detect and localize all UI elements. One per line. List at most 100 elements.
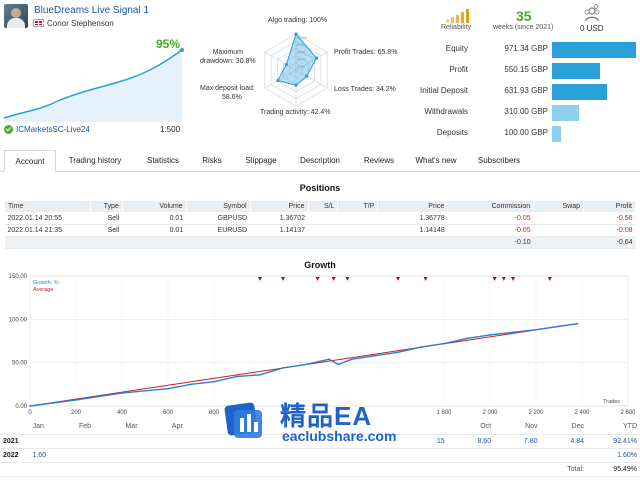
cell-tp	[337, 212, 378, 225]
growth-point	[374, 354, 376, 357]
tab-whats-new[interactable]: What's new	[408, 150, 464, 172]
tab-reviews[interactable]: Reviews	[358, 150, 400, 172]
total-swap	[533, 236, 584, 249]
tab-description[interactable]: Description	[292, 150, 348, 172]
growth-point	[328, 358, 330, 361]
radar-drawdown-value: drawdown: 30.8%	[200, 58, 256, 65]
x-tick-label: 1 800	[436, 410, 452, 416]
positions-header-row: Time Type Volume Symbol Price S/L T/P Pr…	[4, 200, 636, 213]
x-tick-label: 2 600	[620, 410, 636, 416]
growth-point	[535, 328, 537, 331]
cell-time: 2022.01.14 20:55	[4, 212, 91, 225]
table-row: 2022.01.14 20:55 Sell 0.01 GBPUSD 1.3670…	[4, 212, 636, 225]
cell-symbol: GBPUSD	[186, 212, 251, 225]
col-commission[interactable]: Commission	[447, 200, 535, 213]
col-tp[interactable]: T/P	[337, 200, 379, 213]
stat-bar	[552, 42, 636, 58]
tab-risks[interactable]: Risks	[196, 150, 228, 172]
tab-slippage[interactable]: Slippage	[238, 150, 284, 172]
stat-label: Profit	[449, 65, 468, 74]
month-cell	[122, 434, 169, 449]
cell-tp	[337, 224, 378, 237]
stat-label: Initial Deposit	[419, 86, 468, 95]
cell-type: Sell	[90, 212, 123, 225]
trades-axis-label: Trades	[603, 399, 620, 405]
growth-point	[443, 342, 445, 345]
stat-bar	[552, 126, 561, 142]
radar-label-deposit-load: Max deposit load: 58.6%	[200, 84, 255, 102]
month-dec: Dec	[540, 420, 587, 435]
growth-point	[397, 351, 399, 354]
year-label: 2021	[0, 434, 30, 449]
radar-label-drawdown: Maximum drawdown: 30.8%	[200, 48, 256, 66]
cell-commission: -0.05	[447, 224, 534, 237]
plot-area	[29, 275, 629, 407]
growth-point	[167, 387, 169, 390]
radar-drawdown-text: Maximum	[212, 49, 243, 56]
growth-point	[420, 346, 422, 348]
corner-cell	[0, 420, 30, 435]
watermark-logo-icon	[224, 402, 262, 438]
month-cell-nov: 7.80	[494, 434, 541, 449]
month-feb: Feb	[76, 420, 123, 435]
total-row: Total: 95.49%	[0, 462, 640, 477]
col-sl[interactable]: S/L	[307, 200, 339, 213]
growth-point	[305, 363, 307, 366]
col-price-current[interactable]: Price	[377, 200, 449, 213]
stat-value: 631.93 GBP	[504, 86, 548, 95]
signal-title[interactable]: BlueDreams Live Signal 1	[34, 5, 149, 16]
watermark-url: eaclubshare.com	[282, 428, 397, 444]
subscribers-count: 0	[594, 4, 598, 11]
tab-trading-history[interactable]: Trading history	[62, 150, 128, 172]
growth-point	[282, 366, 284, 369]
cell-time: 2022.01.14 21:35	[4, 224, 91, 237]
month-jan: Jan	[29, 420, 77, 435]
month-apr: Apr	[168, 420, 216, 435]
month-cell	[494, 448, 541, 463]
col-price-open[interactable]: Price	[249, 200, 309, 213]
col-symbol[interactable]: Symbol	[185, 200, 251, 213]
y-tick-label: 0.00	[15, 404, 27, 410]
x-tick-label: 800	[209, 410, 220, 416]
col-type[interactable]: Type	[89, 200, 123, 213]
month-cell-oct: 8.60	[447, 434, 495, 449]
cell-price-current: 1.14148	[377, 224, 448, 237]
growth-point	[75, 399, 77, 401]
col-profit[interactable]: Profit	[583, 200, 636, 213]
cell-commission: -0.05	[447, 212, 534, 225]
legend-average: Average	[33, 287, 53, 293]
broker-server[interactable]: ICMarketsSC-Live24	[16, 125, 90, 134]
month-cell	[215, 448, 262, 463]
month-cell	[29, 434, 77, 449]
cell-volume: 0.01	[122, 224, 187, 237]
x-tick-label: 400	[117, 410, 128, 416]
mini-growth-chart	[3, 48, 184, 122]
growth-point	[190, 383, 192, 386]
month-cell	[308, 448, 355, 463]
stat-value: 971.34 GBP	[504, 44, 548, 53]
avatar[interactable]	[4, 4, 28, 28]
stat-label: Equity	[445, 44, 468, 53]
col-time[interactable]: Time	[4, 200, 91, 213]
month-cell	[540, 448, 587, 463]
cell-swap	[533, 212, 584, 225]
col-volume[interactable]: Volume	[121, 200, 187, 213]
month-cell	[168, 434, 216, 449]
cell-sl	[308, 212, 338, 225]
growth-point	[29, 405, 31, 407]
month-ytd: YTD	[587, 420, 640, 435]
ytd-cell: 92.41%	[587, 434, 640, 449]
col-swap[interactable]: Swap	[533, 200, 585, 213]
tab-subscribers[interactable]: Subscribers	[470, 150, 528, 172]
growth-point	[558, 325, 560, 328]
cell-price-open: 1.36702	[250, 212, 308, 225]
tab-statistics[interactable]: Statistics	[138, 150, 188, 172]
radar-label-algo: Algo trading: 100%	[268, 17, 328, 24]
author-name[interactable]: Conor Stephenson	[47, 19, 114, 28]
growth-title: Growth	[304, 260, 336, 270]
stat-row-initial-deposit: Initial Deposit 631.93 GBP	[400, 84, 640, 100]
tab-account[interactable]: Account	[4, 150, 56, 172]
cell-volume: 0.01	[122, 212, 187, 225]
totals-spacer	[4, 236, 448, 249]
month-cell	[76, 448, 123, 463]
